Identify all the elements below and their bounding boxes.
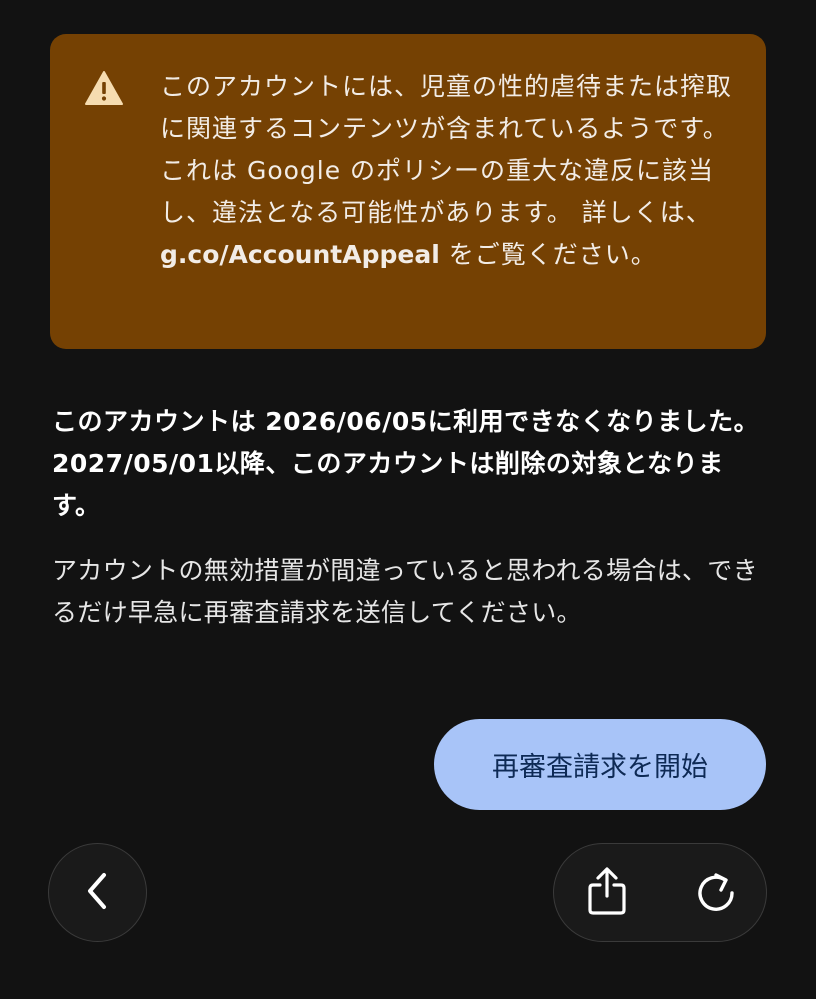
warning-message-suffix: をご覧ください。: [439, 240, 657, 269]
back-button[interactable]: [48, 843, 147, 942]
action-group: [553, 843, 767, 942]
page: このアカウントには、児童の性的虐待または搾取に関連するコンテンツが含まれているよ…: [0, 0, 816, 999]
reload-button[interactable]: [666, 844, 766, 941]
start-appeal-button[interactable]: 再審査請求を開始: [434, 719, 766, 810]
appeal-info-text: アカウントの無効措置が間違っていると思われる場合は、できるだけ早急に再審査請求を…: [52, 556, 758, 627]
share-icon: [585, 866, 629, 920]
account-status-text: このアカウントは 2026/06/05に利用できなくなりました。2027/05/…: [52, 407, 760, 520]
warning-message-text: このアカウントには、児童の性的虐待または搾取に関連するコンテンツが含まれているよ…: [160, 72, 733, 227]
share-button[interactable]: [557, 844, 657, 941]
warning-triangle-icon: [84, 70, 124, 106]
warning-message: このアカウントには、児童の性的虐待または搾取に関連するコンテンツが含まれているよ…: [160, 66, 740, 276]
chevron-left-icon: [80, 869, 116, 917]
reload-icon: [694, 867, 738, 919]
account-appeal-link[interactable]: g.co/AccountAppeal: [160, 240, 440, 269]
